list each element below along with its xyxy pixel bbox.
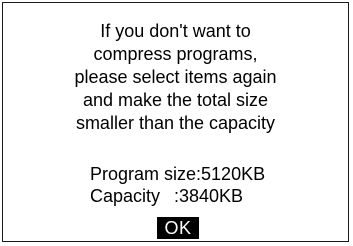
ok-button[interactable]: OK <box>157 217 199 239</box>
capacity-value: :3840KB <box>174 186 244 206</box>
compress-warning-dialog: If you don't want to compress programs, … <box>2 2 349 242</box>
capacity-label: Capacity <box>90 186 161 206</box>
message-line: smaller than the capacity <box>75 113 276 133</box>
program-size-value: :5120KB <box>196 164 266 184</box>
program-size-row: Program size:5120KB <box>90 163 265 185</box>
message-line: please select items again <box>74 67 277 87</box>
size-info: Program size:5120KB Capacity :3840KB <box>90 163 265 207</box>
program-size-label: Program size <box>90 164 197 184</box>
capacity-row: Capacity :3840KB <box>90 185 265 207</box>
message-line: If you don't want to <box>100 21 251 41</box>
message-line: compress programs, <box>93 44 258 64</box>
dialog-message: If you don't want to compress programs, … <box>3 20 348 135</box>
message-line: and make the total size <box>82 90 269 110</box>
